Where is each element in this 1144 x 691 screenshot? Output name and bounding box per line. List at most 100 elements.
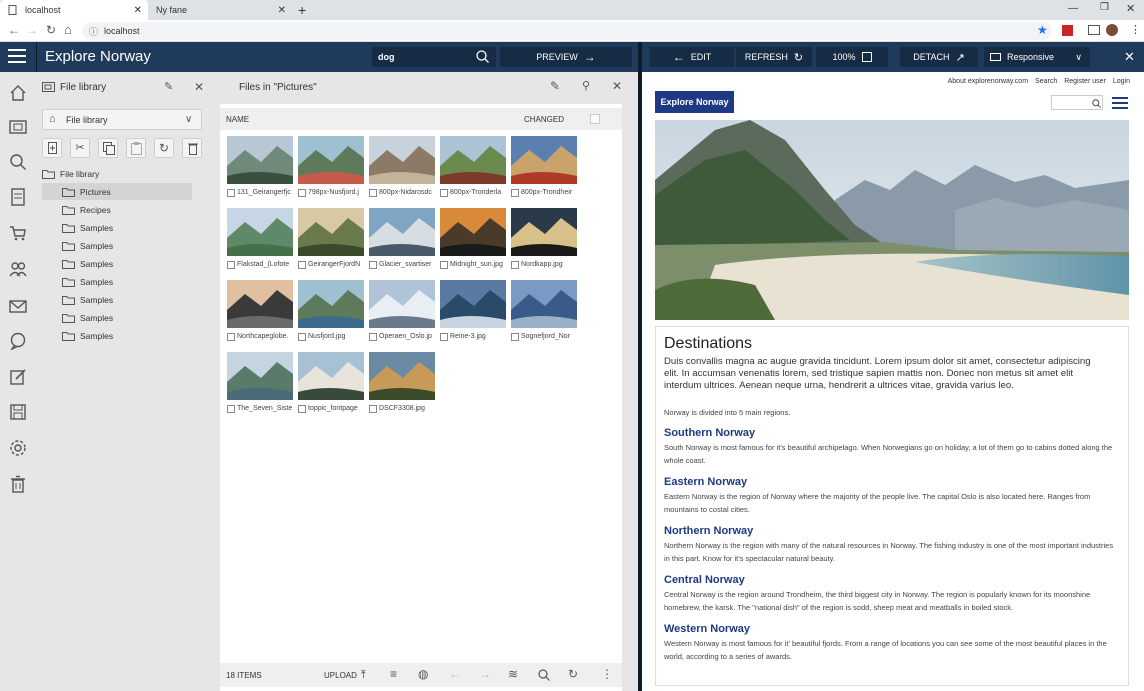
tree-folder[interactable]: Pictures [42, 183, 192, 200]
search-input[interactable]: dog [372, 47, 496, 67]
home-icon[interactable] [9, 84, 27, 102]
edit-button[interactable]: ← EDIT [650, 47, 734, 67]
preview-button[interactable]: PREVIEW → [500, 47, 632, 67]
more-options-icon[interactable]: ⋮ [601, 667, 613, 681]
file-thumbnail[interactable] [298, 352, 364, 400]
zoom-button[interactable]: 100% [816, 47, 888, 67]
search-icon[interactable] [538, 669, 550, 681]
top-link-about[interactable]: About explorenorway.com [948, 78, 1028, 85]
select-all-checkbox[interactable] [590, 114, 600, 124]
cut-button[interactable]: ✂ [70, 138, 90, 158]
close-preview-icon[interactable]: ✕ [1124, 49, 1135, 65]
forward-icon[interactable]: → [26, 23, 38, 37]
upload-button[interactable]: UPLOAD ⤒ [324, 667, 366, 683]
top-link-search[interactable]: Search [1035, 78, 1057, 85]
tree-folder[interactable]: Samples [42, 291, 192, 308]
chat-icon[interactable] [9, 332, 27, 350]
file-thumbnail[interactable] [369, 280, 435, 328]
trash-icon[interactable] [9, 475, 27, 493]
site-menu-icon[interactable] [1112, 97, 1128, 110]
file-thumbnail[interactable] [440, 136, 506, 184]
file-name[interactable]: Flakstad_(Lofote [227, 259, 295, 270]
search-icon[interactable] [9, 153, 27, 171]
file-name[interactable]: 800px-Nidarosdc [369, 187, 437, 198]
file-name[interactable]: Glacier_svartiser [369, 259, 437, 270]
cast-icon[interactable] [1088, 25, 1100, 35]
prev-page-icon[interactable]: ← [449, 667, 461, 681]
device-select[interactable]: Responsive ∨ [984, 47, 1090, 67]
close-tab-icon[interactable]: ✕ [278, 5, 286, 16]
file-name[interactable]: Operaen_Oslo.jp [369, 331, 437, 342]
file-thumbnail[interactable] [227, 352, 293, 400]
file-thumbnail[interactable] [511, 136, 577, 184]
media-icon[interactable] [9, 118, 27, 136]
file-name[interactable]: Northcapeglobe. [227, 331, 295, 342]
file-name[interactable]: Sognefjord_Nor [511, 331, 579, 342]
region-title[interactable]: Central Norway [664, 574, 745, 586]
save-icon[interactable] [9, 403, 27, 421]
pin-icon[interactable]: ✎ [164, 80, 173, 93]
cart-icon[interactable] [9, 224, 27, 242]
mail-icon[interactable] [9, 297, 27, 315]
site-search-input[interactable] [1051, 95, 1103, 110]
browser-tab-active[interactable]: localhost ✕ [0, 0, 148, 20]
tree-folder[interactable]: Samples [42, 327, 192, 344]
delete-button[interactable] [182, 138, 202, 158]
minimize-icon[interactable]: — [1068, 3, 1078, 14]
col-changed[interactable]: CHANGED [524, 115, 564, 124]
file-name[interactable]: Nordkapp.jpg [511, 259, 579, 270]
browser-menu-icon[interactable]: ⋮ [1130, 23, 1141, 36]
edit-form-icon[interactable] [9, 368, 27, 386]
list-view-icon[interactable]: ≡ [390, 667, 397, 681]
file-name[interactable]: Nusfjord.jpg [298, 331, 366, 342]
new-tab-icon[interactable]: + [298, 2, 306, 18]
file-thumbnail[interactable] [369, 208, 435, 256]
users-icon[interactable] [9, 260, 27, 278]
file-name[interactable]: 800px-Trondheir [511, 187, 579, 198]
file-thumbnail[interactable] [227, 280, 293, 328]
refresh-button[interactable]: ↻ [154, 138, 174, 158]
file-thumbnail[interactable] [511, 208, 577, 256]
back-icon[interactable]: ← [8, 23, 20, 37]
tree-folder[interactable]: Recipes [42, 201, 192, 218]
paste-button[interactable] [126, 138, 146, 158]
layers-icon[interactable]: ≋ [508, 667, 518, 681]
reload-icon[interactable]: ↻ [46, 23, 56, 37]
edit-pencil-icon[interactable]: ✎ [550, 79, 560, 93]
tree-folder[interactable]: Samples [42, 309, 192, 326]
close-tab-icon[interactable]: ✕ [134, 5, 142, 16]
detach-button[interactable]: DETACH ↗ [900, 47, 978, 67]
file-thumbnail[interactable] [369, 352, 435, 400]
extension-icon[interactable] [1062, 25, 1073, 36]
tree-folder[interactable]: Samples [42, 237, 192, 254]
file-name[interactable]: toppic_fontpage [298, 403, 366, 414]
bookmark-star-icon[interactable]: ★ [1037, 23, 1048, 37]
file-thumbnail[interactable] [298, 136, 364, 184]
file-name[interactable]: 800px-Tronderla [440, 187, 508, 198]
file-thumbnail[interactable] [227, 208, 293, 256]
library-dropdown[interactable]: ⌂ File library ∨ [42, 109, 202, 130]
refresh-icon[interactable]: ↻ [568, 667, 578, 681]
file-thumbnail[interactable] [227, 136, 293, 184]
new-file-button[interactable] [42, 138, 62, 158]
top-link-register[interactable]: Register user [1064, 78, 1106, 85]
search-icon[interactable] [476, 50, 489, 63]
settings-gear-icon[interactable] [9, 439, 27, 457]
file-name[interactable]: Midnight_sun.jpg [440, 259, 508, 270]
pin-icon[interactable]: ⚲ [582, 79, 590, 92]
file-name[interactable]: 798px-Nusfjord.j [298, 187, 366, 198]
copy-button[interactable] [98, 138, 118, 158]
file-name[interactable]: 131_Geirangerfjc [227, 187, 295, 198]
file-name[interactable]: DSCF3308.jpg [369, 403, 437, 414]
refresh-button[interactable]: REFRESH ↻ [736, 47, 812, 67]
close-icon[interactable]: ✕ [612, 79, 622, 93]
region-title[interactable]: Western Norway [664, 623, 750, 635]
file-thumbnail[interactable] [440, 280, 506, 328]
tree-folder[interactable]: Samples [42, 219, 192, 236]
close-window-icon[interactable]: ✕ [1126, 2, 1135, 15]
next-page-icon[interactable]: → [479, 667, 491, 681]
file-thumbnail[interactable] [298, 280, 364, 328]
file-name[interactable]: GeirangerFjordN [298, 259, 366, 270]
region-title[interactable]: Eastern Norway [664, 476, 747, 488]
home-icon[interactable]: ⌂ [64, 22, 72, 37]
